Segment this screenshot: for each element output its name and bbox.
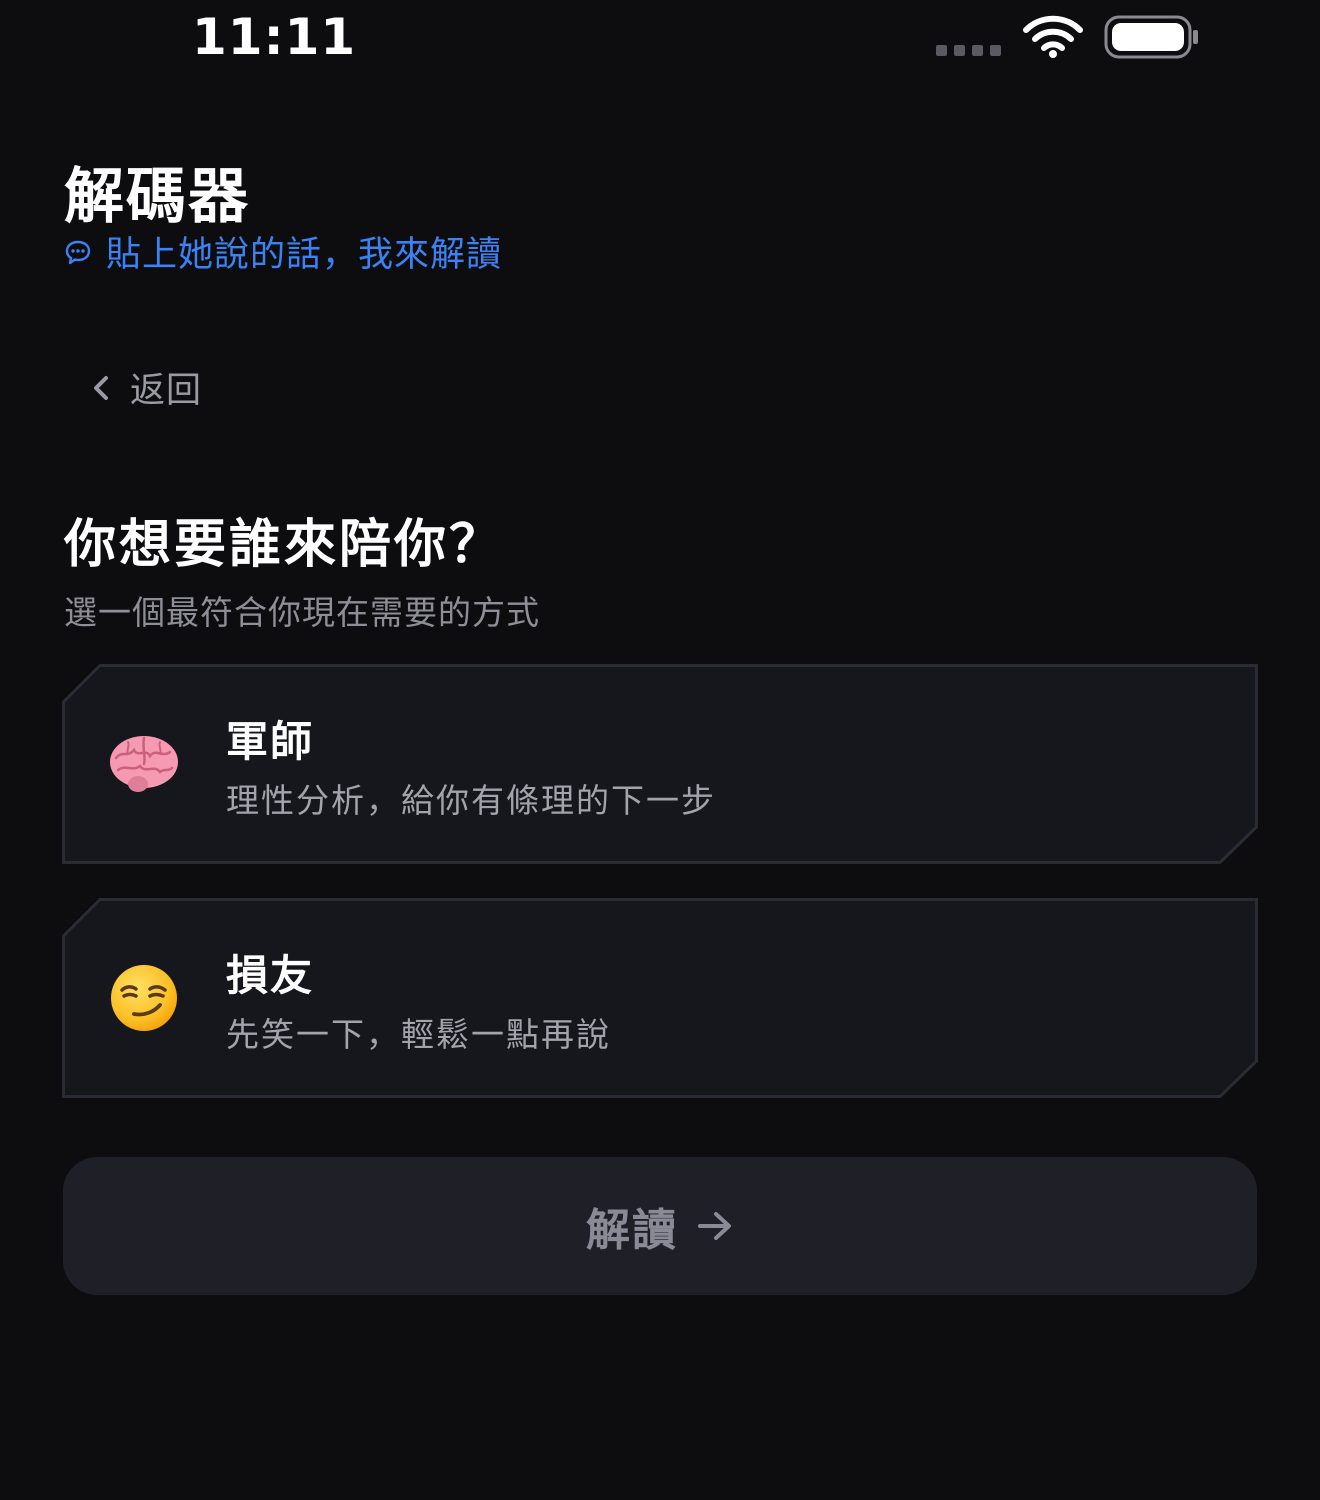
- question-heading: 你想要誰來陪你？: [64, 515, 505, 575]
- question-hint: 選一個最符合你現在需要的方式: [64, 593, 540, 632]
- chevron-left-icon: [94, 375, 108, 400]
- back-label: 返回: [130, 371, 203, 411]
- wifi-icon: [1023, 15, 1083, 58]
- option-card-buddy[interactable]: 損友 先笑一下，輕鬆一點再說: [62, 898, 1258, 1098]
- option-description: 先笑一下，輕鬆一點再說: [226, 1015, 611, 1054]
- decode-button-label: 解讀: [586, 1205, 678, 1256]
- option-title: 損友: [226, 951, 315, 1000]
- page-subtitle: 貼上她說的話，我來解讀: [106, 235, 503, 275]
- arrow-right-icon: [698, 1212, 731, 1240]
- subtitle-row: 貼上她說的話，我來解讀: [64, 226, 502, 277]
- option-title: 軍師: [226, 717, 315, 766]
- page-title: 解碼器: [64, 162, 250, 232]
- battery-icon: [1104, 15, 1198, 59]
- brain-emoji-icon: [110, 736, 178, 792]
- smirk-emoji-icon: [111, 965, 177, 1031]
- option-description: 理性分析，給你有條理的下一步: [226, 781, 716, 820]
- status-time: 11:11: [192, 8, 357, 66]
- back-button[interactable]: 返回: [88, 362, 202, 413]
- option-card-strategist[interactable]: 軍師 理性分析，給你有條理的下一步: [62, 664, 1258, 864]
- cellular-signal-icon: [936, 45, 1001, 56]
- status-bar: 11:11: [0, 0, 1320, 80]
- decode-button[interactable]: 解讀: [63, 1157, 1257, 1295]
- chat-bubble-icon: [65, 240, 91, 264]
